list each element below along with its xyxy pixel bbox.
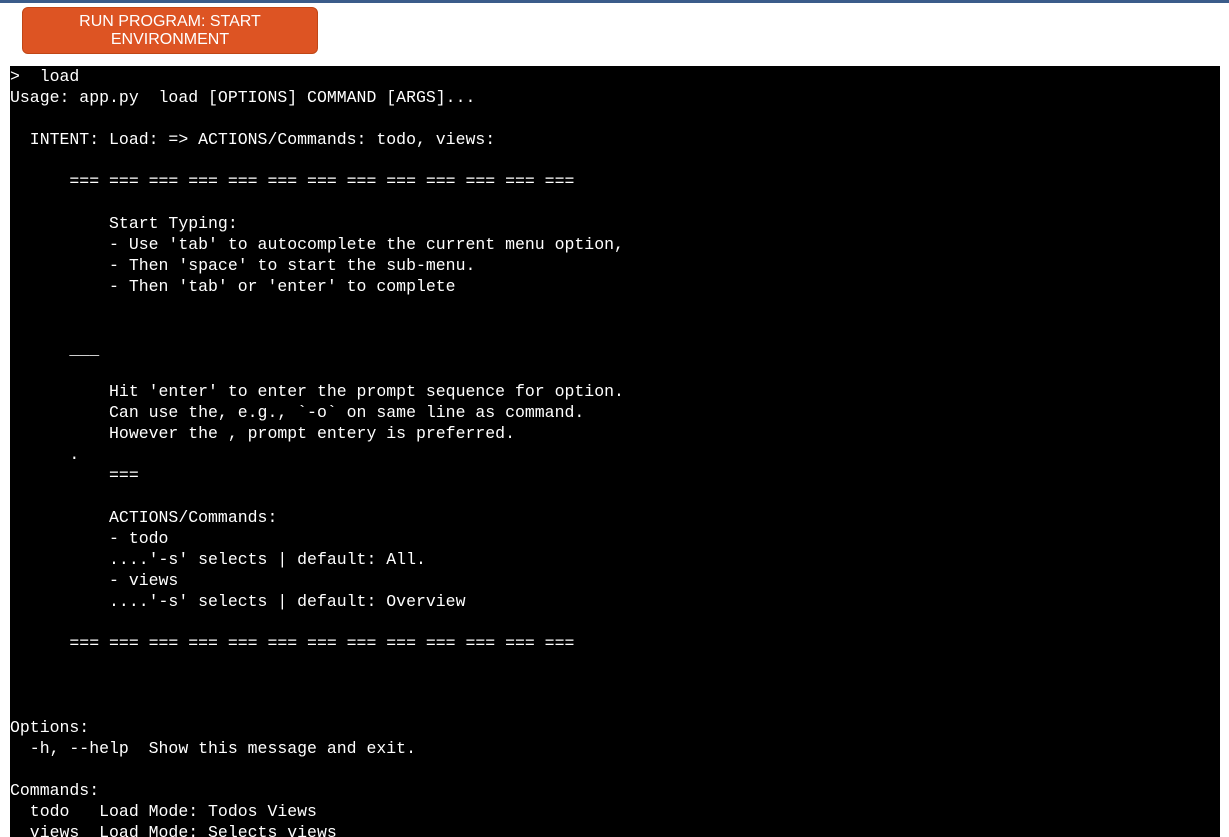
run-program-button[interactable]: RUN PROGRAM: START ENVIRONMENT [22,7,318,54]
terminal-window[interactable]: > load Usage: app.py load [OPTIONS] COMM… [10,66,1220,837]
terminal-output: > load Usage: app.py load [OPTIONS] COMM… [10,67,624,837]
run-program-button-label-line1: RUN PROGRAM: START [79,13,261,30]
top-border [0,0,1229,3]
run-program-button-label-line2: ENVIRONMENT [110,31,230,48]
